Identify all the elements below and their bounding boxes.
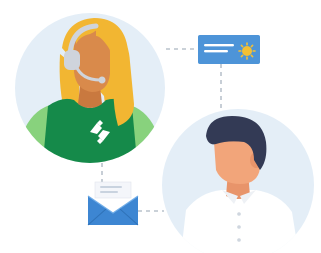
illustration-canvas <box>15 13 314 253</box>
id-card-icon <box>198 35 260 64</box>
customer-avatar <box>162 109 314 253</box>
support-illustration <box>0 0 321 253</box>
sun-icon <box>238 42 256 60</box>
envelope-icon <box>87 181 139 226</box>
support-agent-avatar <box>15 13 165 163</box>
